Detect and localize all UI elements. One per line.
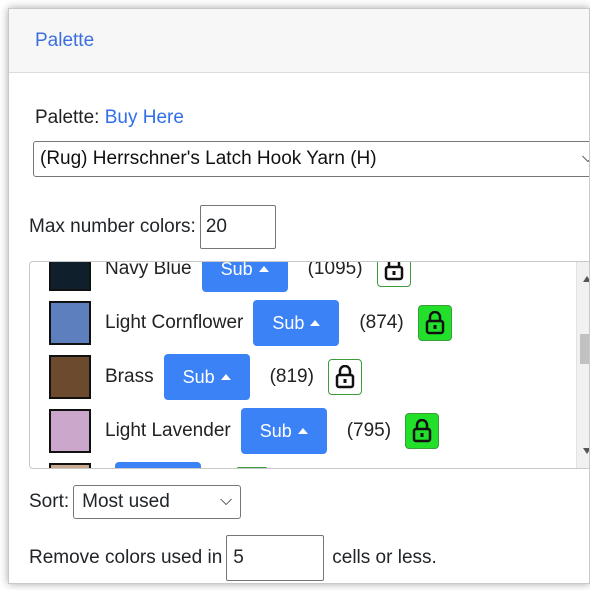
remove-row: Remove colors used in 5 cells or less. <box>29 535 437 581</box>
remove-prefix: Remove colors used in <box>29 547 223 568</box>
max-colors-input[interactable]: 20 <box>199 205 276 249</box>
lock-icon[interactable] <box>405 413 440 449</box>
scroll-thumb[interactable] <box>580 334 589 364</box>
color-row: Sub <box>30 458 576 468</box>
color-row: Navy Blue Sub (1095) <box>30 261 576 296</box>
color-row: Light Cornflower Sub (874) <box>30 296 576 350</box>
chevron-down-icon: ⌵ <box>219 492 233 509</box>
sub-button-label: Sub <box>259 420 292 441</box>
palette-label: Palette: <box>35 107 100 128</box>
sub-button-label: Sub <box>182 366 215 387</box>
lock-icon[interactable] <box>376 262 411 287</box>
scroll-up-icon[interactable] <box>583 276 589 282</box>
caret-up-icon <box>258 266 269 272</box>
sub-button[interactable]: Sub <box>253 300 340 346</box>
remove-threshold-value: 5 <box>233 547 244 568</box>
color-name: Brass <box>105 366 154 387</box>
sub-button-label: Sub <box>272 312 305 333</box>
color-swatch <box>49 463 91 468</box>
color-count: (795) <box>346 420 392 441</box>
panel-title: Palette <box>35 29 95 51</box>
max-colors-label: Max number colors: <box>29 216 196 237</box>
sub-button[interactable]: Sub <box>115 462 201 468</box>
palette-select-value: (Rug) Herrschner's Latch Hook Yarn (H) <box>40 148 377 169</box>
chevron-down-icon: ⌵ <box>582 149 589 167</box>
sub-button[interactable]: Sub <box>240 408 327 454</box>
caret-up-icon <box>220 374 231 380</box>
sub-button-label: Sub <box>220 261 253 279</box>
lock-icon[interactable] <box>327 359 362 395</box>
scroll-down-icon[interactable] <box>583 448 589 454</box>
color-count: (819) <box>269 366 314 387</box>
color-name: Navy Blue <box>105 261 192 279</box>
lock-icon[interactable] <box>235 467 269 468</box>
color-row: Light Lavender Sub (795) <box>30 404 576 458</box>
color-list-items: Navy Blue Sub (1095) Light Cornflower Sub (87… <box>30 261 576 468</box>
color-swatch <box>49 355 91 399</box>
palette-label-row: Palette: Buy Here <box>35 107 184 129</box>
sort-select-value: Most used <box>82 491 170 512</box>
remove-suffix: cells or less. <box>332 547 437 568</box>
sub-button[interactable]: Sub <box>201 261 288 292</box>
caret-up-icon <box>297 428 308 434</box>
max-colors-row: Max number colors: 20 <box>29 205 276 249</box>
palette-select[interactable]: (Rug) Herrschner's Latch Hook Yarn (H) ⌵ <box>33 141 589 177</box>
panel-header: Palette <box>9 9 589 73</box>
sort-select[interactable]: Most used ⌵ <box>73 485 242 519</box>
remove-threshold-input[interactable]: 5 <box>226 535 325 581</box>
palette-panel: Palette Palette: Buy Here (Rug) Herrschn… <box>8 8 590 584</box>
lock-icon[interactable] <box>417 305 452 341</box>
sub-button[interactable]: Sub <box>163 354 250 400</box>
caret-up-icon <box>310 320 321 326</box>
sort-label: Sort: <box>29 491 70 512</box>
color-swatch <box>49 301 91 345</box>
sort-row: Sort: Most used ⌵ <box>29 485 242 519</box>
color-name: Light Lavender <box>105 420 231 441</box>
buy-here-link[interactable]: Buy Here <box>105 107 184 128</box>
color-name: Light Cornflower <box>105 312 244 333</box>
color-swatch <box>49 262 91 291</box>
color-count: (1095) <box>307 261 363 279</box>
color-list[interactable]: Navy Blue Sub (1095) Light Cornflower Sub (87… <box>29 261 589 469</box>
color-count: (874) <box>359 312 404 333</box>
max-colors-value: 20 <box>205 216 227 237</box>
scrollbar[interactable] <box>576 262 589 468</box>
color-row: Brass Sub (819) <box>30 350 576 404</box>
color-swatch <box>49 409 91 453</box>
